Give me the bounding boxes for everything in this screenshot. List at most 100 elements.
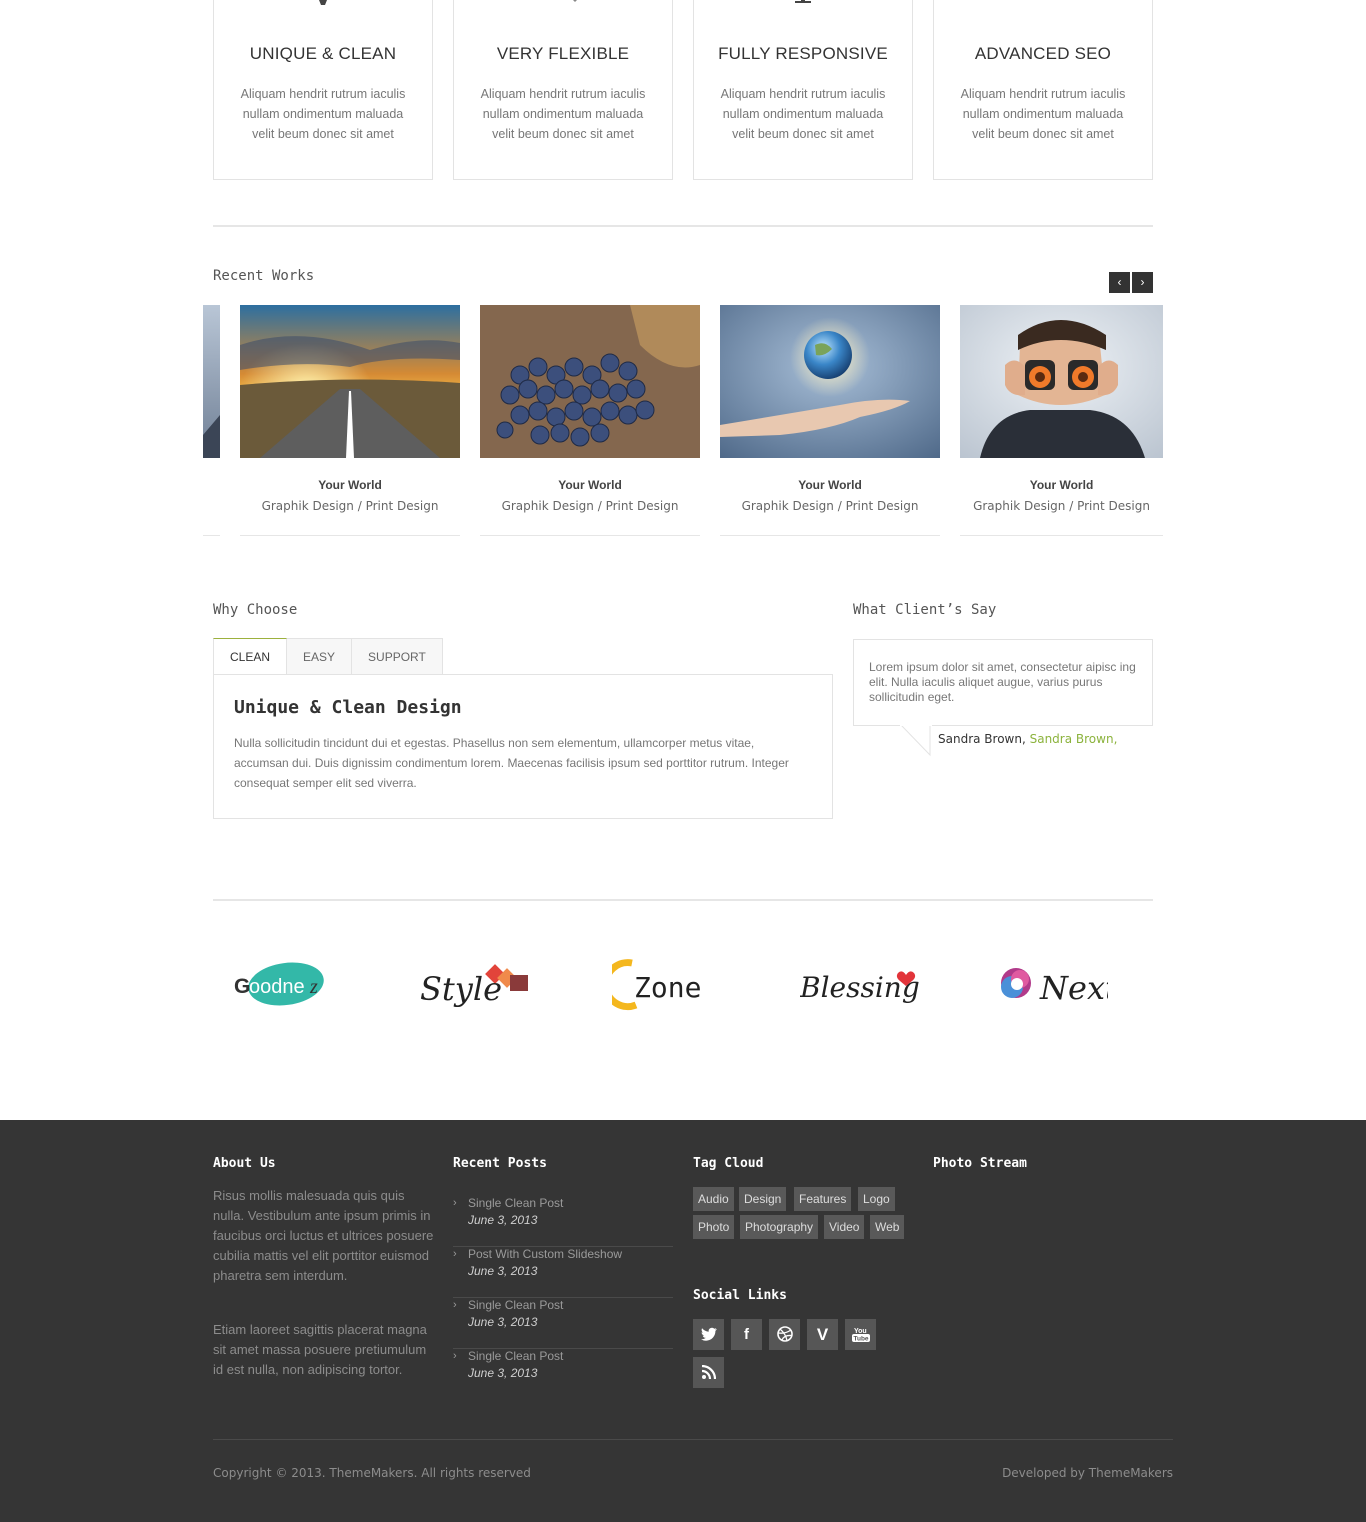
facebook-icon[interactable]: f xyxy=(731,1319,762,1350)
work-title[interactable]: Your World xyxy=(240,478,460,492)
chevron-right-icon: › xyxy=(453,1197,457,1209)
feature-text: Aliquam hendrit rutrum iaculis nullam on… xyxy=(960,87,1126,141)
tag-video[interactable]: Video xyxy=(824,1215,865,1239)
monitor-icon xyxy=(795,0,811,3)
feature-text: Aliquam hendrit rutrum iaculis nullam on… xyxy=(480,87,646,141)
recent-posts-title: Recent Posts xyxy=(453,1156,547,1171)
work-item[interactable]: Your World Graphik Design / Print Design xyxy=(960,305,1163,536)
testimonials-title: What Client’s Say xyxy=(853,602,997,618)
quote-pointer-icon xyxy=(900,725,932,757)
author-link[interactable]: Sandra Brown, xyxy=(1030,732,1118,746)
tag-photography[interactable]: Photography xyxy=(740,1215,819,1239)
dribbble-icon[interactable] xyxy=(769,1319,800,1350)
rss-icon[interactable] xyxy=(693,1357,724,1388)
work-item[interactable]: Your World Graphik Design / Print Design xyxy=(240,305,460,536)
twitter-icon[interactable] xyxy=(693,1319,724,1350)
work-thumbnail-road xyxy=(240,305,460,458)
tag-audio[interactable]: Audio xyxy=(693,1187,734,1211)
tab-panel-text: Nulla sollicitudin tincidunt dui et eges… xyxy=(234,736,789,790)
client-logo-next[interactable]: Next xyxy=(998,955,1138,1015)
feature-box-unique-clean: UNIQUE & CLEAN Aliquam hendrit rutrum ia… xyxy=(213,0,433,180)
divider xyxy=(213,899,1153,901)
client-logo-goodnez[interactable]: G oodne z xyxy=(232,955,372,1015)
feature-title: FULLY RESPONSIVE xyxy=(718,44,888,63)
next-logo: Next xyxy=(1001,968,1118,1007)
svg-text:Zone: Zone xyxy=(634,971,701,1004)
why-choose-tabs: CLEAN EASY SUPPORT xyxy=(213,638,443,675)
chevron-right-icon: › xyxy=(453,1299,457,1311)
blessing-logo: Blessing xyxy=(799,971,920,1004)
recent-post-item[interactable]: › Single Clean Post June 3, 2013 xyxy=(453,1349,673,1400)
work-category: Graphik Design / Print Design xyxy=(261,499,439,513)
feature-box-very-flexible: VERY FLEXIBLE Aliquam hendrit rutrum iac… xyxy=(453,0,673,180)
chevron-right-icon: › xyxy=(453,1350,457,1362)
tag-photo[interactable]: Photo xyxy=(693,1215,735,1239)
recent-post-item[interactable]: › Single Clean Post June 3, 2013 xyxy=(453,1196,673,1247)
tab-easy[interactable]: EASY xyxy=(287,638,353,675)
work-item[interactable]: Your World Graphik Design / Print Design xyxy=(480,305,700,536)
tag-web[interactable]: Web xyxy=(870,1215,905,1239)
post-title[interactable]: Post With Custom Slideshow xyxy=(468,1247,622,1261)
tab-panel-title: Unique & Clean Design xyxy=(234,697,462,718)
tab-clean[interactable]: CLEAN xyxy=(213,638,288,675)
post-date: June 3, 2013 xyxy=(468,1366,538,1380)
footer xyxy=(0,1120,1366,1522)
post-date: June 3, 2013 xyxy=(468,1264,538,1278)
brush-icon xyxy=(313,0,333,5)
tab-panel: Unique & Clean Design Nulla sollicitudin… xyxy=(213,674,833,819)
youtube-icon[interactable]: You Tube xyxy=(845,1319,876,1350)
tag-features[interactable]: Features xyxy=(794,1187,852,1211)
work-title[interactable]: Your World xyxy=(480,478,700,492)
work-item[interactable]: Your World Graphik Design / Print Design xyxy=(720,305,940,536)
post-date: June 3, 2013 xyxy=(468,1315,538,1329)
post-title[interactable]: Single Clean Post xyxy=(468,1349,563,1363)
photo-stream-title: Photo Stream xyxy=(933,1156,1027,1171)
work-thumbnail xyxy=(203,305,220,458)
svg-text:G: G xyxy=(234,975,250,998)
search-icon xyxy=(1023,0,1063,6)
work-title[interactable]: Your World xyxy=(720,478,940,492)
recent-post-item[interactable]: › Single Clean Post June 3, 2013 xyxy=(453,1298,673,1349)
recent-post-item[interactable]: › Post With Custom Slideshow June 3, 201… xyxy=(453,1247,673,1298)
client-logo-blessing[interactable]: Blessing xyxy=(799,955,940,1015)
style-logo: Style xyxy=(420,964,528,1008)
arrows-icon xyxy=(573,0,577,2)
recent-works-title: Recent Works xyxy=(213,268,315,284)
feature-title: UNIQUE & CLEAN xyxy=(249,44,397,63)
carousel-next-button[interactable]: › xyxy=(1132,272,1153,293)
post-title[interactable]: Single Clean Post xyxy=(468,1298,563,1312)
work-thumbnail-binoculars xyxy=(960,305,1163,458)
work-title[interactable]: Your World xyxy=(960,478,1163,492)
about-us-text: Risus mollis malesuada quis quis nulla. … xyxy=(213,1188,434,1283)
tab-support[interactable]: SUPPORT xyxy=(352,638,443,675)
post-title[interactable]: Single Clean Post xyxy=(468,1196,563,1210)
tag-design[interactable]: Design xyxy=(739,1187,787,1211)
zone-logo: Zone xyxy=(602,959,701,1011)
work-item-partial[interactable] xyxy=(203,305,220,536)
svg-text:Tube: Tube xyxy=(853,1336,868,1343)
testimonial-quote: Lorem ipsum dolor sit amet, consectetur … xyxy=(853,639,1153,726)
svg-text:Next: Next xyxy=(1039,969,1108,1007)
copyright-text: Copyright © 2013. ThemeMakers. All right… xyxy=(213,1466,531,1480)
feature-box-fully-responsive: FULLY RESPONSIVE Aliquam hendrit rutrum … xyxy=(693,0,913,180)
svg-text:oodne: oodne xyxy=(249,976,305,998)
feature-title: VERY FLEXIBLE xyxy=(496,44,630,63)
why-choose-title: Why Choose xyxy=(213,602,298,618)
testimonial-author: Sandra Brown, Sandra Brown, xyxy=(938,732,1117,746)
about-us-title: About Us xyxy=(213,1156,276,1171)
client-logo-zone[interactable]: Zone xyxy=(602,955,752,1015)
feature-title: ADVANCED SEO xyxy=(974,44,1112,63)
client-logo-style[interactable]: Style xyxy=(418,955,558,1015)
svg-text:z: z xyxy=(309,976,318,998)
about-us-text-2: Etiam laoreet sagittis placerat magna si… xyxy=(213,1322,427,1377)
vimeo-icon[interactable]: V xyxy=(807,1319,838,1350)
social-links-title: Social Links xyxy=(693,1288,787,1303)
tag-cloud-title: Tag Cloud xyxy=(693,1156,764,1171)
carousel-prev-button[interactable]: ‹ xyxy=(1109,272,1130,293)
svg-text:You: You xyxy=(854,1328,867,1335)
tag-logo[interactable]: Logo xyxy=(858,1187,895,1211)
footer-divider xyxy=(213,1439,1173,1440)
feature-box-advanced-seo: ADVANCED SEO Aliquam hendrit rutrum iacu… xyxy=(933,0,1153,180)
developed-by-link[interactable]: Developed by ThemeMakers xyxy=(1002,1466,1173,1480)
feature-text: Aliquam hendrit rutrum iaculis nullam on… xyxy=(240,87,406,141)
